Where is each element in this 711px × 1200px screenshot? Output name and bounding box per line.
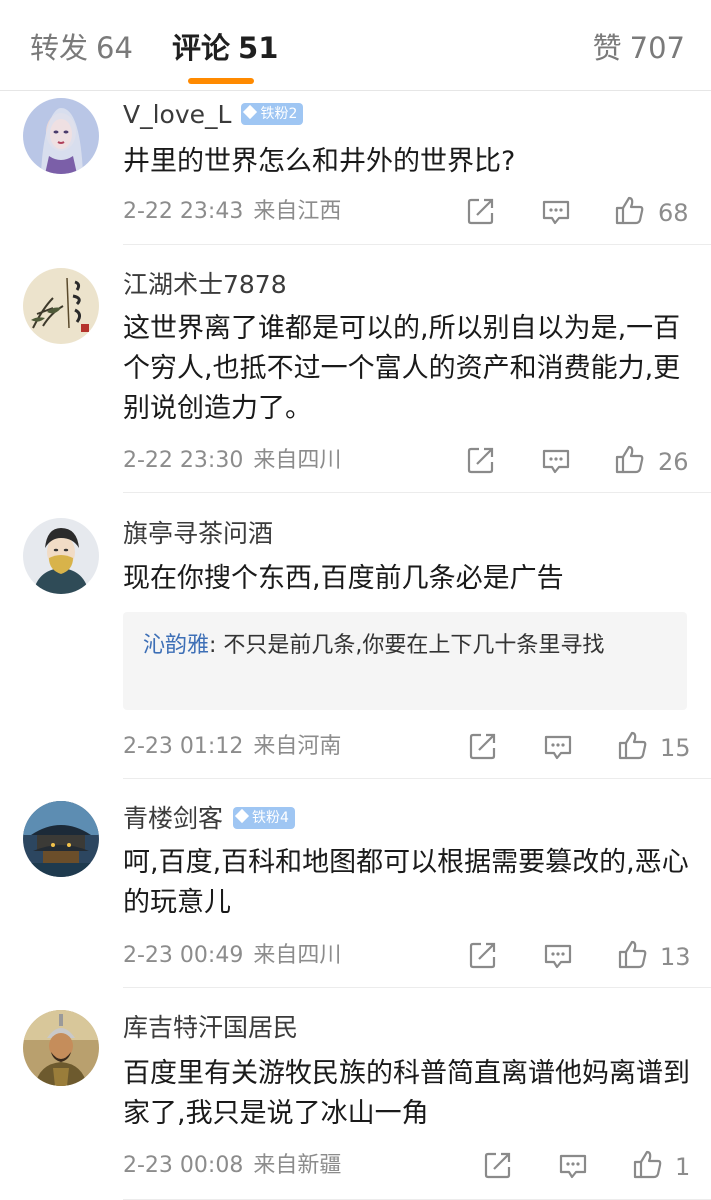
comment-username[interactable]: 江湖术士7878 (123, 269, 287, 301)
username-text: V_love_L (123, 100, 232, 129)
comment-location: 来自江西 (253, 199, 342, 224)
comment-item: 库吉特汗国居民 百度里有关游牧民族的科普简直离谱他妈离谱到家了,我只是说了冰山一… (0, 988, 711, 1200)
like-count: 15 (660, 734, 691, 762)
tab-comment-count: 51 (238, 31, 279, 65)
comment-username[interactable]: 旗亭寻茶问酒 (123, 518, 273, 550)
username-text: 旗亭寻茶问酒 (123, 519, 274, 548)
reply-text: 不只是前几条,你要在上下几十条里寻找 (223, 633, 605, 658)
active-tab-indicator (188, 78, 254, 84)
tab-comment-label: 评论 (172, 31, 231, 65)
comment-time: 2-22 23:43 (123, 199, 244, 224)
share-icon[interactable] (466, 196, 496, 230)
username-text: 江湖术士7878 (123, 270, 287, 299)
comment-time: 2-23 00:49 (123, 943, 244, 968)
like-count: 68 (658, 199, 689, 227)
share-icon[interactable] (468, 731, 498, 765)
comment-text: 这世界离了谁都是可以的,所以别自以为是,一百个穷人,也抵不过一个富人的资产和消费… (123, 313, 681, 424)
pavilion-avatar[interactable] (23, 801, 99, 877)
comment-text: 百度里有关游牧民族的科普简直离谱他妈离谱到家了,我只是说了冰山一角 (123, 1058, 690, 1129)
diamond-icon (243, 104, 258, 120)
comment-meta: 2-23 00:49 来自四川 (123, 941, 341, 971)
comment-item: 江湖术士7878 这世界离了谁都是可以的,所以别自以为是,一百个穷人,也抵不过一… (0, 245, 711, 493)
comment-meta: 2-22 23:43 来自江西 (123, 197, 341, 227)
tab-like-label: 赞 (592, 31, 622, 65)
comment-icon[interactable] (558, 1151, 588, 1185)
comment-meta: 2-22 23:30 来自四川 (123, 446, 341, 476)
comment-meta: 2-23 00:08 来自新疆 (123, 1151, 341, 1181)
comment-time: 2-22 23:30 (123, 448, 244, 473)
badge-text: 铁粉4 (252, 810, 289, 826)
reply-colon: : (209, 633, 224, 658)
share-icon[interactable] (468, 940, 498, 974)
comment-item: 旗亭寻茶问酒 现在你搜个东西,百度前几条必是广告 沁韵雅: 不只是前几条,你要在… (0, 493, 711, 779)
diamond-icon (234, 808, 250, 824)
comment-time: 2-23 01:12 (123, 734, 244, 759)
comment-time: 2-23 00:08 (123, 1153, 244, 1178)
tab-like-count: 707 (629, 31, 685, 65)
comment-icon[interactable] (543, 941, 573, 975)
calligraphy-avatar[interactable] (23, 268, 99, 344)
badge-text: 铁粉2 (260, 106, 298, 122)
comment-location: 来自四川 (253, 943, 342, 968)
comment-location: 来自河南 (253, 734, 342, 759)
comment-item: 青楼剑客 铁粉4 呵,百度,百科和地图都可以根据需要篡改的,恶心的玩意儿 2-23… (0, 779, 711, 988)
share-icon[interactable] (483, 1150, 513, 1184)
comment-meta: 2-23 01:12 来自河南 (123, 732, 341, 762)
portrait-avatar[interactable] (23, 98, 99, 174)
tab-like[interactable]: 赞 707 (593, 30, 685, 66)
comment-text: 现在你搜个东西,百度前几条必是广告 (123, 563, 564, 594)
thumbs-up-icon[interactable] (617, 729, 649, 765)
masked-figure-avatar[interactable] (23, 518, 99, 594)
tab-repost[interactable]: 转发 64 (30, 30, 133, 66)
reply-preview[interactable]: 沁韵雅: 不只是前几条,你要在上下几十条里寻找 (123, 612, 687, 710)
comment-item: V_love_L 铁粉2 井里的世界怎么和井外的世界比? 2-22 23:43 来自… (0, 90, 711, 245)
like-count: 1 (675, 1153, 691, 1181)
thumbs-up-icon[interactable] (632, 1148, 664, 1184)
fan-badge: 铁粉2 (241, 103, 304, 125)
comment-icon[interactable] (541, 446, 571, 480)
comment-username[interactable]: 青楼剑客 铁粉4 (123, 803, 295, 835)
tab-repost-count: 64 (96, 31, 133, 65)
comment-location: 来自四川 (253, 448, 342, 473)
comment-text: 呵,百度,百科和地图都可以根据需要篡改的,恶心的玩意儿 (123, 847, 689, 918)
comment-icon[interactable] (543, 732, 573, 766)
comment-tabs: 转发 64 评论 51 赞 707 (0, 0, 711, 90)
like-count: 13 (660, 943, 691, 971)
reply-username[interactable]: 沁韵雅 (143, 633, 209, 658)
comment-icon[interactable] (541, 197, 571, 231)
comment-username[interactable]: 库吉特汗国居民 (123, 1012, 298, 1044)
comment-text: 井里的世界怎么和井外的世界比? (123, 146, 516, 177)
share-icon[interactable] (466, 445, 496, 479)
thumbs-up-icon[interactable] (617, 938, 649, 974)
fan-badge: 铁粉4 (233, 807, 295, 829)
username-text: 青楼剑客 (123, 804, 224, 833)
username-text: 库吉特汗国居民 (123, 1013, 299, 1042)
warrior-avatar[interactable] (23, 1010, 99, 1086)
like-count: 26 (658, 448, 689, 476)
tab-comment[interactable]: 评论 51 (172, 30, 278, 66)
tab-repost-label: 转发 (30, 31, 89, 65)
comment-username[interactable]: V_love_L 铁粉2 (123, 99, 304, 131)
thumbs-up-icon[interactable] (614, 194, 646, 230)
thumbs-up-icon[interactable] (614, 443, 646, 479)
comment-location: 来自新疆 (253, 1153, 342, 1178)
